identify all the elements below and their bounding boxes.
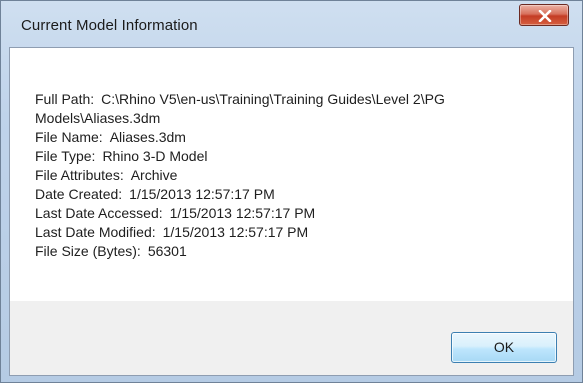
date-created-value: 1/15/2013 12:57:17 PM: [129, 186, 275, 202]
last-accessed-row: Last Date Accessed: 1/15/2013 12:57:17 PM: [35, 204, 445, 223]
last-accessed-value: 1/15/2013 12:57:17 PM: [169, 205, 316, 221]
last-modified-row: Last Date Modified: 1/15/2013 12:57:17 PM: [35, 223, 445, 242]
ok-button[interactable]: OK: [451, 332, 557, 363]
last-accessed-label: Last Date Accessed:: [35, 205, 163, 221]
full-path-value: C:\Rhino V5\en-us\Training\Training Guid…: [101, 91, 445, 107]
file-name-label: File Name:: [35, 129, 103, 145]
file-attributes-value: Archive: [130, 167, 178, 183]
file-attributes-row: File Attributes: Archive: [35, 166, 445, 185]
last-modified-label: Last Date Modified:: [35, 224, 156, 240]
file-name-value: Aliases.3dm: [109, 129, 186, 145]
dialog-client-area: Full Path: C:\Rhino V5\en-us\Training\Tra…: [9, 47, 574, 376]
file-type-row: File Type: Rhino 3-D Model: [35, 147, 445, 166]
full-path-row: Full Path: C:\Rhino V5\en-us\Training\Tra…: [35, 90, 445, 109]
date-created-label: Date Created:: [35, 186, 123, 202]
last-modified-value: 1/15/2013 12:57:17 PM: [162, 224, 309, 240]
close-button[interactable]: [519, 4, 569, 26]
full-path-label: Full Path:: [35, 91, 95, 107]
file-type-label: File Type:: [35, 148, 96, 164]
file-size-label: File Size (Bytes):: [35, 243, 141, 259]
date-created-row: Date Created: 1/15/2013 12:57:17 PM: [35, 185, 445, 204]
info-panel: Full Path: C:\Rhino V5\en-us\Training\Tra…: [10, 48, 573, 301]
close-icon: [538, 10, 552, 22]
dialog-title: Current Model Information: [21, 17, 198, 34]
file-type-value: Rhino 3-D Model: [102, 148, 208, 164]
file-name-row: File Name: Aliases.3dm: [35, 128, 445, 147]
file-size-row: File Size (Bytes): 56301: [35, 242, 445, 261]
full-path-row-continued: Models\Aliases.3dm: [35, 109, 445, 128]
full-path-value-continued: Models\Aliases.3dm: [35, 110, 161, 126]
file-attributes-label: File Attributes:: [35, 167, 124, 183]
title-bar[interactable]: Current Model Information: [1, 1, 582, 45]
file-size-value: 56301: [147, 243, 187, 259]
dialog-window: Current Model Information Full Path: C:\R…: [0, 0, 583, 383]
model-info-text: Full Path: C:\Rhino V5\en-us\Training\Tra…: [35, 90, 445, 261]
